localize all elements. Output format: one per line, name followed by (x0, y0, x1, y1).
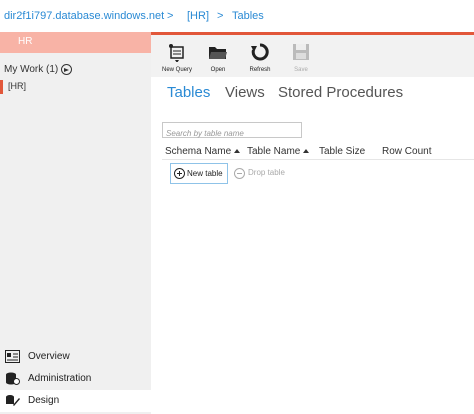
my-work-item-label: [HR] (8, 81, 26, 91)
save-label: Save (294, 67, 308, 73)
breadcrumb-server-link[interactable]: dir2f1i797.database.windows.net (4, 10, 164, 22)
administration-icon (6, 372, 20, 385)
breadcrumb-separator: > (167, 10, 174, 22)
database-header-label: HR (18, 36, 33, 47)
new-table-button[interactable]: New table (170, 163, 228, 184)
column-header-schema-name[interactable]: Schema Name (165, 146, 241, 157)
new-table-label: New table (187, 169, 223, 178)
tab-views[interactable]: Views (225, 84, 265, 101)
column-header-label: Schema Name (165, 146, 232, 157)
arrow-right-circle-icon[interactable] (61, 64, 72, 75)
drop-table-button[interactable]: Drop table (233, 164, 293, 183)
search-input[interactable] (163, 126, 301, 141)
nav-administration[interactable]: Administration (0, 368, 151, 390)
sort-ascending-icon (303, 149, 310, 154)
nav-overview-label: Overview (28, 351, 70, 362)
search-box (162, 122, 302, 141)
database-header[interactable]: HR (0, 32, 151, 53)
left-navigation: HR My Work (1) [HR] Overview Administrat… (0, 32, 151, 414)
sort-ascending-icon (234, 149, 241, 154)
my-work-label[interactable]: My Work (1) (4, 64, 58, 75)
selection-indicator (0, 80, 3, 94)
table-header-divider (162, 159, 474, 160)
remove-circle-icon (234, 168, 245, 179)
new-query-button[interactable]: New Query (157, 35, 197, 77)
tab-tables[interactable]: Tables (167, 84, 210, 101)
nav-design[interactable]: Design (0, 390, 151, 412)
column-header-row-count[interactable]: Row Count (382, 146, 431, 157)
nav-design-label: Design (28, 395, 60, 406)
breadcrumb: dir2f1i797.database.windows.net > [HR] >… (0, 0, 474, 32)
toolbar: New Query Open Refresh Save (151, 35, 474, 77)
folder-open-icon (209, 47, 227, 59)
tab-stored-procedures[interactable]: Stored Procedures (278, 84, 403, 101)
nav-administration-label: Administration (28, 373, 92, 384)
column-header-table-name[interactable]: Table Name (247, 146, 310, 157)
drop-table-label: Drop table (248, 168, 285, 177)
column-header-table-size[interactable]: Table Size (319, 146, 365, 157)
breadcrumb-database-link[interactable]: [HR] (187, 10, 209, 22)
new-query-icon (169, 44, 184, 62)
breadcrumb-separator: > (217, 10, 224, 22)
design-icon (6, 395, 20, 406)
nav-overview[interactable]: Overview (0, 346, 151, 368)
overview-icon (5, 350, 20, 363)
save-icon (293, 44, 309, 60)
new-query-label: New Query (161, 67, 192, 73)
save-button[interactable]: Save (281, 35, 321, 77)
column-header-label: Table Name (247, 146, 301, 157)
open-button[interactable]: Open (198, 35, 238, 77)
my-work-item-hr[interactable]: [HR] (0, 80, 151, 94)
add-circle-icon (174, 168, 185, 179)
breadcrumb-current-page: Tables (232, 10, 264, 22)
refresh-label: Refresh (249, 67, 271, 73)
open-label: Open (210, 67, 226, 73)
refresh-icon (251, 43, 269, 61)
refresh-button[interactable]: Refresh (240, 35, 280, 77)
